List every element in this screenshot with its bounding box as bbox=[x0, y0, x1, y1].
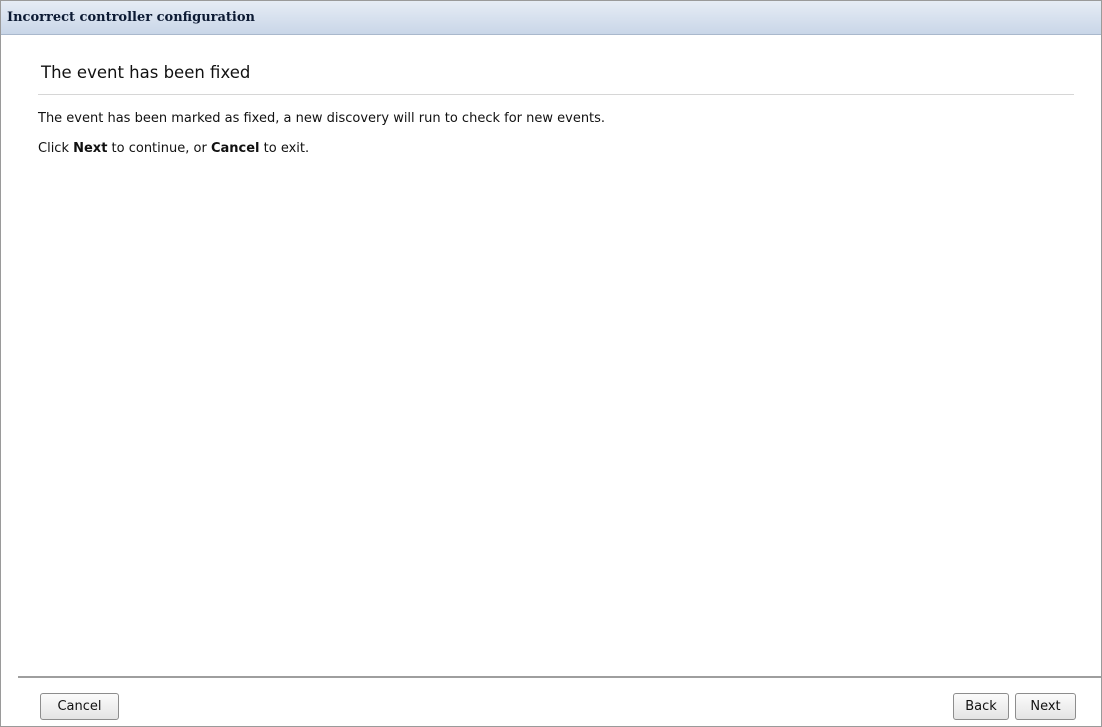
next-button[interactable]: Next bbox=[1015, 693, 1076, 720]
instruction-next-keyword: Next bbox=[73, 141, 108, 156]
status-message: The event has been marked as fixed, a ne… bbox=[38, 111, 606, 126]
instruction-suffix: to exit. bbox=[259, 141, 310, 156]
heading-divider bbox=[38, 94, 1074, 95]
dialog-title: Incorrect controller configuration bbox=[7, 10, 255, 25]
cancel-button[interactable]: Cancel bbox=[40, 693, 119, 720]
instruction-cancel-keyword: Cancel bbox=[210, 141, 260, 156]
footer-divider bbox=[18, 676, 1101, 678]
instruction-middle: to continue, or bbox=[107, 141, 211, 156]
back-button[interactable]: Back bbox=[953, 693, 1009, 720]
wizard-dialog: Incorrect controller configuration The e… bbox=[0, 0, 1102, 727]
dialog-title-bar: Incorrect controller configuration bbox=[1, 1, 1101, 35]
wizard-content: The event has been fixed The event has b… bbox=[38, 35, 1074, 158]
page-heading: The event has been fixed bbox=[41, 63, 251, 82]
instruction-message: Click Next to continue, or Cancel to exi… bbox=[38, 140, 1074, 158]
instruction-prefix: Click bbox=[38, 141, 74, 156]
